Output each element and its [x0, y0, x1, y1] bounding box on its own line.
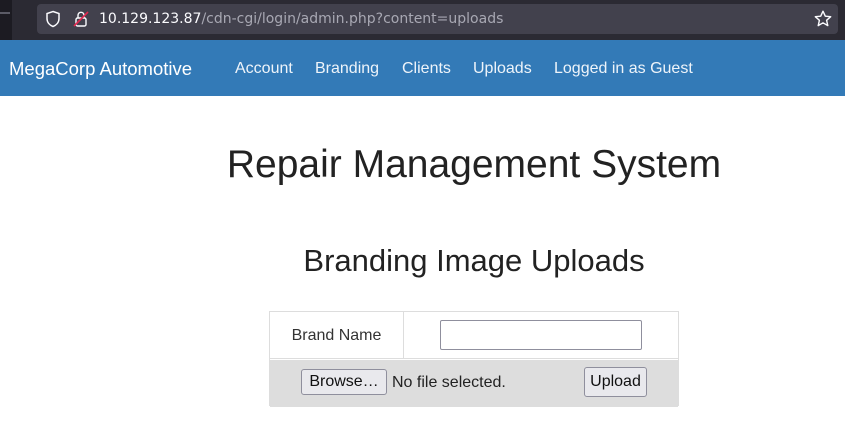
nav-uploads[interactable]: Uploads: [473, 60, 532, 78]
file-upload-row: Browse… No file selected. Upload: [270, 360, 678, 407]
shield-icon[interactable]: [45, 10, 61, 28]
nav-branding[interactable]: Branding: [315, 60, 379, 78]
browse-button[interactable]: Browse…: [301, 369, 387, 395]
star-icon[interactable]: [813, 9, 833, 29]
brand-link[interactable]: MegaCorp Automotive: [9, 58, 192, 80]
nav-account[interactable]: Account: [235, 60, 293, 78]
nav-clients[interactable]: Clients: [402, 60, 451, 78]
url-path: /cdn-cgi/login/admin.php?content=uploads: [201, 11, 504, 27]
site-navbar: MegaCorp Automotive Account Branding Cli…: [0, 40, 845, 96]
section-title: Branding Image Uploads: [303, 243, 645, 278]
url-text[interactable]: 10.129.123.87/cdn-cgi/login/admin.php?co…: [99, 10, 503, 28]
cell-divider: [403, 312, 404, 359]
upload-button[interactable]: Upload: [584, 367, 647, 397]
window-edge: [0, 0, 12, 40]
page-title: Repair Management System: [226, 143, 722, 186]
file-status: No file selected.: [392, 374, 506, 391]
browser-toolbar: 10.129.123.87/cdn-cgi/login/admin.php?co…: [0, 0, 845, 40]
upload-form: Brand Name Browse… No file selected. Upl…: [269, 311, 679, 407]
url-host: 10.129.123.87: [99, 11, 202, 27]
brand-name-label: Brand Name: [291, 327, 382, 344]
lock-icon[interactable]: [73, 10, 89, 28]
nav-logged-in-user[interactable]: Logged in as Guest: [554, 60, 693, 78]
brand-name-row: Brand Name: [270, 312, 678, 359]
brand-name-input[interactable]: [440, 320, 642, 350]
